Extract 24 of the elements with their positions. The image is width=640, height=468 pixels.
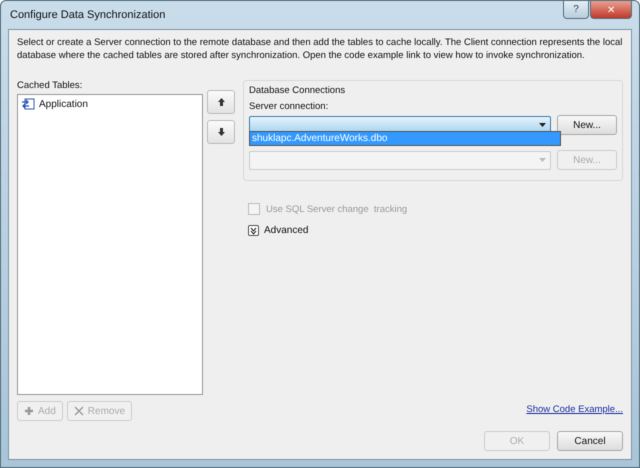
move-up-button[interactable] xyxy=(207,90,235,114)
dropdown-option[interactable]: shuklapc.AdventureWorks.dbo xyxy=(250,132,560,145)
checkbox-label: Use SQL Server change tracking xyxy=(266,204,408,214)
plus-icon xyxy=(24,406,34,416)
help-button[interactable]: ? xyxy=(563,1,589,19)
caret-icon xyxy=(539,158,546,162)
description-text: Select or create a Server connection to the remote database and then add the tables to cache locally. The Client connection represents the local database where the cached tables are stored after synchronization. Open the code example link to view how to invoke synchronization. xyxy=(17,36,623,62)
show-code-link[interactable]: Show Code Example... xyxy=(526,404,623,415)
new-button[interactable]: New... xyxy=(557,115,617,135)
dialog-button[interactable]: Cancel xyxy=(557,431,623,451)
advanced-label: Advanced xyxy=(264,225,308,236)
sync-table-icon xyxy=(21,98,35,110)
close-button[interactable]: ✕ xyxy=(590,1,632,19)
up-arrow-icon xyxy=(218,98,224,106)
x-icon xyxy=(74,406,84,416)
cached-tables-label: Cached Tables: xyxy=(17,80,84,91)
window-title: Configure Data Synchronization xyxy=(9,9,166,21)
table-list-item[interactable]: Application xyxy=(20,97,200,111)
expand-toggle[interactable] xyxy=(248,225,259,236)
move-down-button[interactable] xyxy=(207,120,235,144)
down-arrow-icon xyxy=(218,128,224,136)
caret-icon xyxy=(539,123,546,127)
server-connection-label: Server connection: xyxy=(249,101,330,112)
group-title: Database Connections xyxy=(249,85,346,96)
